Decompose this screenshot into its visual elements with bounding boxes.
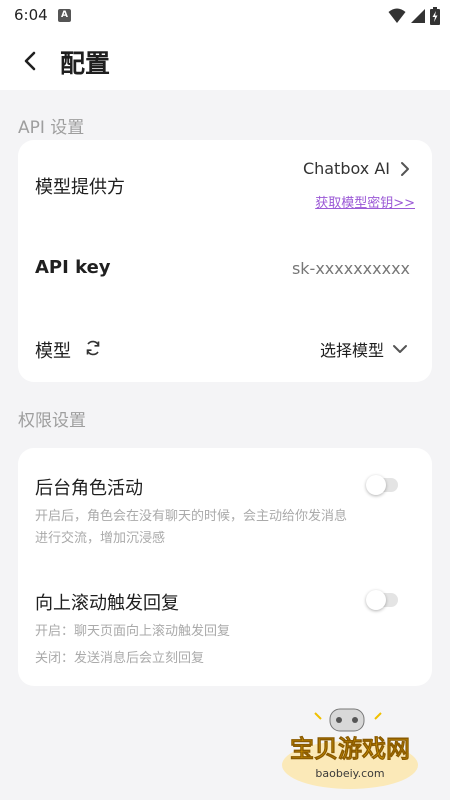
toggle-knob bbox=[366, 590, 386, 610]
provider-label: 模型提供方 bbox=[35, 177, 125, 198]
provider-row[interactable]: 模型提供方 Chatbox AI 获取模型密钥>> bbox=[18, 140, 432, 228]
api-section-title: API 设置 bbox=[18, 118, 85, 138]
status-time: 6:04 bbox=[14, 6, 48, 24]
signal-icon bbox=[411, 9, 425, 23]
watermark-text: 宝贝游戏网 bbox=[290, 735, 410, 763]
back-button[interactable] bbox=[14, 45, 46, 77]
scroll-reply-row: 向上滚动触发回复 开启：聊天页面向上滚动触发回复 关闭：发送消息后会立刻回复 bbox=[18, 566, 432, 676]
watermark-url: baobeiy.com bbox=[315, 767, 384, 780]
notification-icon: A bbox=[58, 9, 71, 22]
get-api-key-link[interactable]: 获取模型密钥>> bbox=[315, 192, 415, 211]
scroll-reply-label: 向上滚动触发回复 bbox=[35, 593, 179, 614]
permission-settings-card: 后台角色活动 开启后，角色会在没有聊天的时候，会主动给你发消息 进行交流，增加沉… bbox=[18, 448, 432, 686]
perm-section-title: 权限设置 bbox=[18, 411, 86, 431]
model-label: 模型 bbox=[35, 341, 71, 362]
bg-activity-label: 后台角色活动 bbox=[35, 478, 143, 499]
chevron-down-icon[interactable] bbox=[392, 344, 408, 354]
wifi-icon bbox=[388, 8, 406, 23]
battery-icon bbox=[430, 7, 440, 25]
refresh-icon[interactable] bbox=[84, 339, 102, 357]
bg-activity-row: 后台角色活动 开启后，角色会在没有聊天的时候，会主动给你发消息 进行交流，增加沉… bbox=[18, 448, 432, 558]
bg-activity-desc-2: 进行交流，增加沉浸感 bbox=[35, 531, 166, 546]
watermark-logo: 宝贝游戏网 baobeiy.com bbox=[275, 705, 425, 790]
model-row[interactable]: 模型 选择模型 bbox=[18, 308, 432, 382]
app-bar: 配置 bbox=[0, 32, 450, 90]
api-key-label: API key bbox=[35, 257, 111, 278]
chevron-left-icon bbox=[24, 51, 36, 71]
watermark-graphic: 宝贝游戏网 baobeiy.com bbox=[282, 708, 418, 789]
scroll-reply-desc-1: 开启：聊天页面向上滚动触发回复 bbox=[35, 624, 231, 639]
status-icons bbox=[388, 7, 440, 25]
provider-value: Chatbox AI bbox=[302, 159, 390, 178]
model-select-value[interactable]: 选择模型 bbox=[320, 337, 384, 361]
chevron-right-icon bbox=[401, 162, 409, 176]
api-key-row[interactable]: API key sk-xxxxxxxxxx bbox=[18, 228, 432, 308]
toggle-knob bbox=[366, 475, 386, 495]
status-bar: 6:04 A bbox=[0, 0, 450, 32]
scroll-reply-desc-2: 关闭：发送消息后会立刻回复 bbox=[35, 651, 205, 666]
bg-activity-desc-1: 开启后，角色会在没有聊天的时候，会主动给你发消息 bbox=[35, 509, 348, 524]
api-settings-card: 模型提供方 Chatbox AI 获取模型密钥>> API key sk-xxx… bbox=[18, 140, 432, 382]
api-key-value: sk-xxxxxxxxxx bbox=[291, 259, 410, 278]
bg-activity-toggle[interactable] bbox=[366, 475, 398, 495]
page-title: 配置 bbox=[60, 49, 111, 78]
scroll-reply-toggle[interactable] bbox=[366, 590, 398, 610]
